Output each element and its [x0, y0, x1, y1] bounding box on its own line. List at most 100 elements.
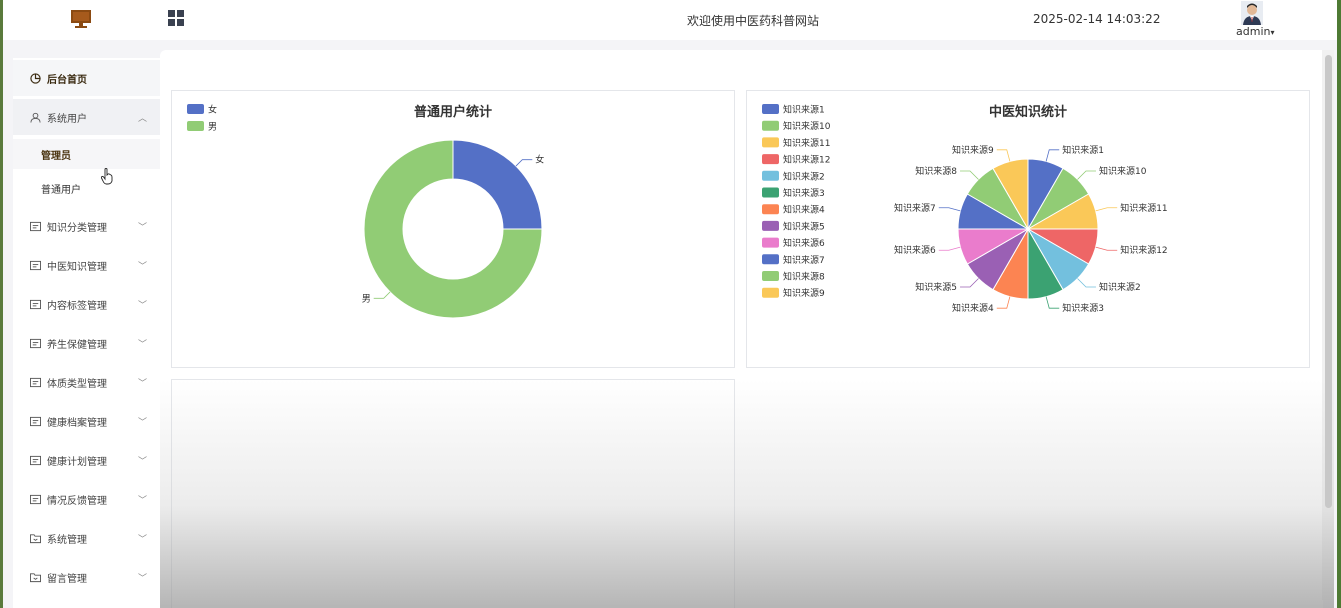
sidebar-item-tcm-knowledge[interactable]: 中医知识管理 ﹀ [13, 247, 160, 283]
card-icon [30, 221, 41, 231]
sidebar-item-health-plans[interactable]: 健康计划管理 ﹀ [13, 442, 160, 478]
label-leader-line [960, 278, 979, 288]
screen-edge-right [1337, 0, 1341, 608]
user-icon [30, 112, 41, 123]
chevron-down-icon: ﹀ [138, 495, 148, 506]
sidebar-item-label: 中医知识管理 [47, 261, 107, 273]
label-leader-line [1045, 149, 1060, 162]
card-icon [30, 494, 41, 504]
sidebar-subitem-admin[interactable]: 管理员 [13, 139, 160, 169]
sidebar-item-feedback[interactable]: 情况反馈管理 ﹀ [13, 481, 160, 517]
legend-label[interactable]: 知识来源1 [783, 104, 825, 116]
sidebar-item-label: 知识分类管理 [47, 222, 107, 234]
sidebar-item-system-users[interactable]: 系统用户 ︿ [13, 99, 160, 135]
sidebar-item-knowledge-category[interactable]: 知识分类管理 ﹀ [13, 208, 160, 244]
knowledge-stats-card: 中医知识统计 知识来源1 知识来源10 知识来源11 知识来源12 知识来源2 知识来源3 知… [746, 90, 1310, 368]
label-leader-line [996, 149, 1011, 162]
slice-label: 知识来源9 [952, 144, 994, 156]
sidebar-item-system-management[interactable]: 系统管理 ﹀ [13, 520, 160, 556]
legend-swatch[interactable] [762, 220, 779, 231]
pie-slice[interactable] [452, 139, 543, 230]
sidebar-item-content-tags[interactable]: 内容标签管理 ﹀ [13, 286, 160, 322]
label-leader-line [1045, 296, 1060, 309]
grid-menu-icon[interactable] [168, 10, 184, 26]
legend-swatch[interactable] [762, 287, 779, 298]
scrollbar-thumb[interactable] [1325, 55, 1332, 508]
slice-label: 知识来源6 [894, 244, 936, 256]
legend-swatch[interactable] [762, 137, 779, 148]
sidebar-item-home[interactable]: 后台首页 [13, 60, 160, 96]
sidebar-item-label: 内容标签管理 [47, 300, 107, 312]
legend-swatch[interactable] [762, 120, 779, 131]
chevron-down-icon: ﹀ [138, 300, 148, 311]
legend-label[interactable]: 知识来源12 [783, 154, 830, 166]
sidebar-item-health-records[interactable]: 健康档案管理 ﹀ [13, 403, 160, 439]
slice-label: 男 [362, 293, 371, 304]
legend-swatch[interactable] [762, 187, 779, 198]
legend-swatch[interactable] [762, 104, 779, 114]
sidebar-item-label: 体质类型管理 [47, 378, 107, 390]
sidebar-item-label: 留言管理 [47, 573, 87, 585]
legend-swatch[interactable] [762, 204, 779, 215]
label-leader-line [960, 170, 979, 180]
legend-swatch[interactable] [762, 237, 779, 248]
legend-label[interactable]: 知识来源6 [783, 237, 825, 249]
legend-label[interactable]: 知识来源9 [783, 287, 825, 299]
hand-cursor-icon [101, 168, 113, 185]
card-icon [30, 455, 41, 465]
sidebar-subitem-label: 管理员 [41, 150, 71, 162]
chevron-down-icon: ﹀ [138, 456, 148, 467]
legend-label[interactable]: 知识来源3 [783, 187, 825, 199]
folder-icon [30, 533, 41, 543]
admin-app: 欢迎使用中医药科普网站 2025-02-14 14:03:22 admin▾ 后… [3, 0, 1337, 608]
slice-label: 知识来源2 [1099, 281, 1141, 293]
legend-label[interactable]: 女 [208, 104, 217, 116]
legend-label[interactable]: 知识来源2 [783, 170, 825, 182]
knowledge-stats-chart: 中医知识统计知识来源1知识来源10知识来源11知识来源12知识来源2知识来源3知… [762, 104, 1168, 314]
label-leader-line [373, 291, 391, 299]
legend-label[interactable]: 知识来源5 [783, 220, 825, 232]
legend-swatch[interactable] [762, 154, 779, 165]
legend-swatch[interactable] [762, 271, 779, 281]
chart-title: 中医知识统计 [989, 104, 1067, 120]
slice-label: 知识来源8 [915, 165, 957, 177]
user-menu[interactable]: admin▾ [1236, 25, 1274, 38]
label-leader-line [996, 296, 1011, 309]
legend-label[interactable]: 知识来源11 [783, 137, 830, 149]
avatar[interactable] [1241, 1, 1263, 25]
slice-label: 知识来源12 [1120, 244, 1167, 256]
sidebar-subitem-users[interactable]: 普通用户 [13, 173, 160, 203]
legend-label[interactable]: 知识来源10 [783, 120, 831, 132]
legend-label[interactable]: 知识来源7 [783, 254, 825, 266]
sidebar-item-health-care[interactable]: 养生保健管理 ﹀ [13, 325, 160, 361]
legend-swatch[interactable] [762, 254, 779, 265]
slice-label: 知识来源1 [1062, 144, 1104, 156]
legend-label[interactable]: 知识来源4 [783, 204, 825, 216]
user-stats-chart: 普通用户统计女男女男 [187, 104, 544, 319]
sidebar-subitem-label: 普通用户 [41, 184, 81, 196]
chevron-down-icon: ﹀ [138, 378, 148, 389]
label-leader-line [938, 246, 961, 251]
user-name: admin [1236, 25, 1271, 38]
legend-swatch[interactable] [762, 170, 779, 181]
slice-label: 知识来源11 [1120, 202, 1167, 214]
sidebar-item-label: 健康计划管理 [47, 456, 107, 468]
legend-label[interactable]: 男 [208, 122, 217, 133]
slice-label: 知识来源7 [894, 202, 936, 214]
legend-swatch[interactable] [187, 121, 204, 131]
label-leader-line [1077, 170, 1096, 180]
chevron-down-icon: ﹀ [138, 339, 148, 350]
sidebar-item-label: 养生保健管理 [47, 339, 107, 351]
slice-label: 女 [535, 154, 544, 166]
legend-label[interactable]: 知识来源8 [783, 271, 825, 283]
sidebar-item-label: 后台首页 [47, 74, 87, 86]
card-icon [30, 260, 41, 270]
label-leader-line [1095, 246, 1118, 251]
sidebar-item-label: 系统用户 [47, 113, 87, 125]
empty-chart-card [171, 379, 735, 608]
welcome-text: 欢迎使用中医药科普网站 [687, 14, 820, 28]
sidebar-item-messages[interactable]: 留言管理 ﹀ [13, 559, 160, 595]
sidebar: 后台首页 系统用户 ︿ 管理员 普通用户 知识分类管理 ﹀ 中医知识管理 ﹀ 内… [13, 58, 160, 608]
sidebar-item-constitution-types[interactable]: 体质类型管理 ﹀ [13, 364, 160, 400]
legend-swatch[interactable] [187, 104, 204, 114]
